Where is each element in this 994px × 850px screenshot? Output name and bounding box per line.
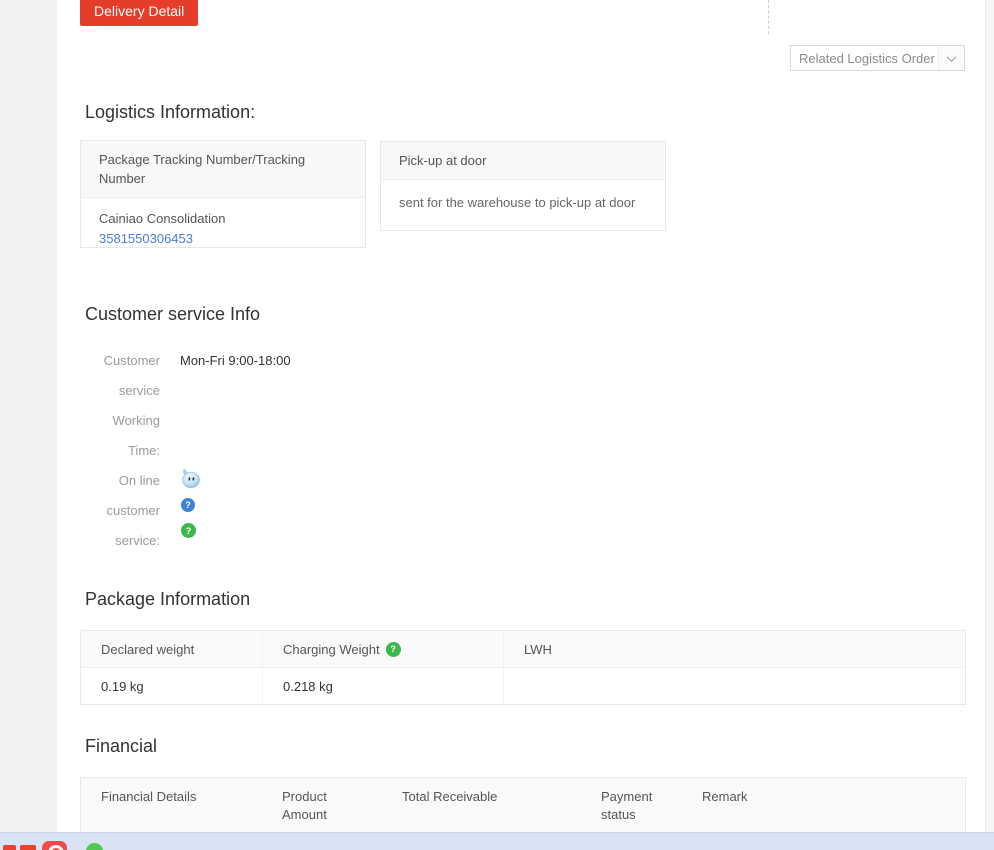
charging-weight-help-icon[interactable]: ? (385, 641, 401, 657)
taskbar-green-app-icon[interactable] (86, 843, 103, 850)
chevron-down-icon (938, 46, 964, 70)
dashed-divider (768, 0, 769, 34)
logistics-information-heading: Logistics Information: (85, 102, 256, 122)
column-header: LWH (524, 641, 552, 657)
label-line: Time: (127, 443, 160, 458)
financial-table: Financial Details Product Amount Total R… (80, 777, 966, 832)
column-header: Total Receivable (402, 789, 498, 804)
taskbar-logo-fragment-icon[interactable] (3, 845, 16, 850)
tracking-card: Package Tracking Number/Tracking Number … (80, 140, 366, 248)
wangwang-chat-icon[interactable] (180, 468, 201, 489)
label-line: On line (118, 473, 160, 488)
column-header: Declared weight (81, 631, 263, 667)
working-time-label: Customer service Working Time: (58, 346, 160, 466)
column-header: Remark (702, 789, 748, 804)
declared-weight-value: 0.19 kg (81, 668, 263, 704)
column-header: Charging Weight ? (263, 631, 504, 667)
tracking-card-header: Package Tracking Number/Tracking Number (81, 141, 365, 198)
related-logistics-order-select[interactable]: Related Logistics Order (790, 45, 965, 71)
taskbar-red-app-icon[interactable] (42, 841, 67, 850)
label-line: Working (112, 413, 160, 428)
left-margin-strip (0, 0, 57, 832)
lwh-value (504, 668, 965, 704)
charging-weight-value: 0.218 kg (263, 668, 504, 704)
label-line: service: (115, 533, 160, 548)
column-header: Payment status (601, 789, 653, 822)
online-service-icons: ? ? (180, 468, 204, 538)
scrollbar[interactable] (985, 0, 994, 832)
pickup-card: Pick-up at door sent for the warehouse t… (380, 141, 666, 231)
package-information-table: Declared weight Charging Weight ? LWH 0.… (80, 630, 966, 705)
package-table-row: 0.19 kg 0.218 kg (81, 668, 965, 704)
label-line: Customer (103, 353, 160, 368)
working-time-value: Mon-Fri 9:00-18:00 (180, 353, 291, 368)
delivery-detail-page: { "header": { "tab_label": "Delivery Det… (0, 0, 994, 850)
column-header: Product Amount (282, 789, 327, 822)
online-customer-service-label: On line customer service: (58, 466, 160, 556)
label-line: service (118, 383, 160, 398)
label-line: customer (106, 503, 160, 518)
select-value: Related Logistics Order (799, 50, 935, 66)
customer-service-heading: Customer service Info (85, 304, 261, 324)
financial-table-header-row: Financial Details Product Amount Total R… (81, 778, 965, 832)
pickup-card-body: sent for the warehouse to pick-up at doo… (399, 195, 636, 210)
delivery-detail-tab[interactable]: Delivery Detail (80, 0, 199, 26)
package-information-heading: Package Information (85, 589, 251, 609)
help-icon-green[interactable]: ? (181, 523, 196, 538)
taskbar-logo-fragment-icon[interactable] (20, 845, 36, 850)
help-icon-blue[interactable]: ? (181, 498, 195, 512)
taskbar (0, 832, 994, 850)
column-header: Financial Details (101, 789, 197, 804)
financial-heading: Financial (85, 736, 158, 756)
tracking-number-link[interactable]: 3581550306453 (99, 229, 193, 249)
package-table-header-row: Declared weight Charging Weight ? LWH (81, 631, 965, 668)
pickup-card-header: Pick-up at door (381, 142, 665, 180)
carrier-name: Cainiao Consolidation (99, 211, 226, 226)
